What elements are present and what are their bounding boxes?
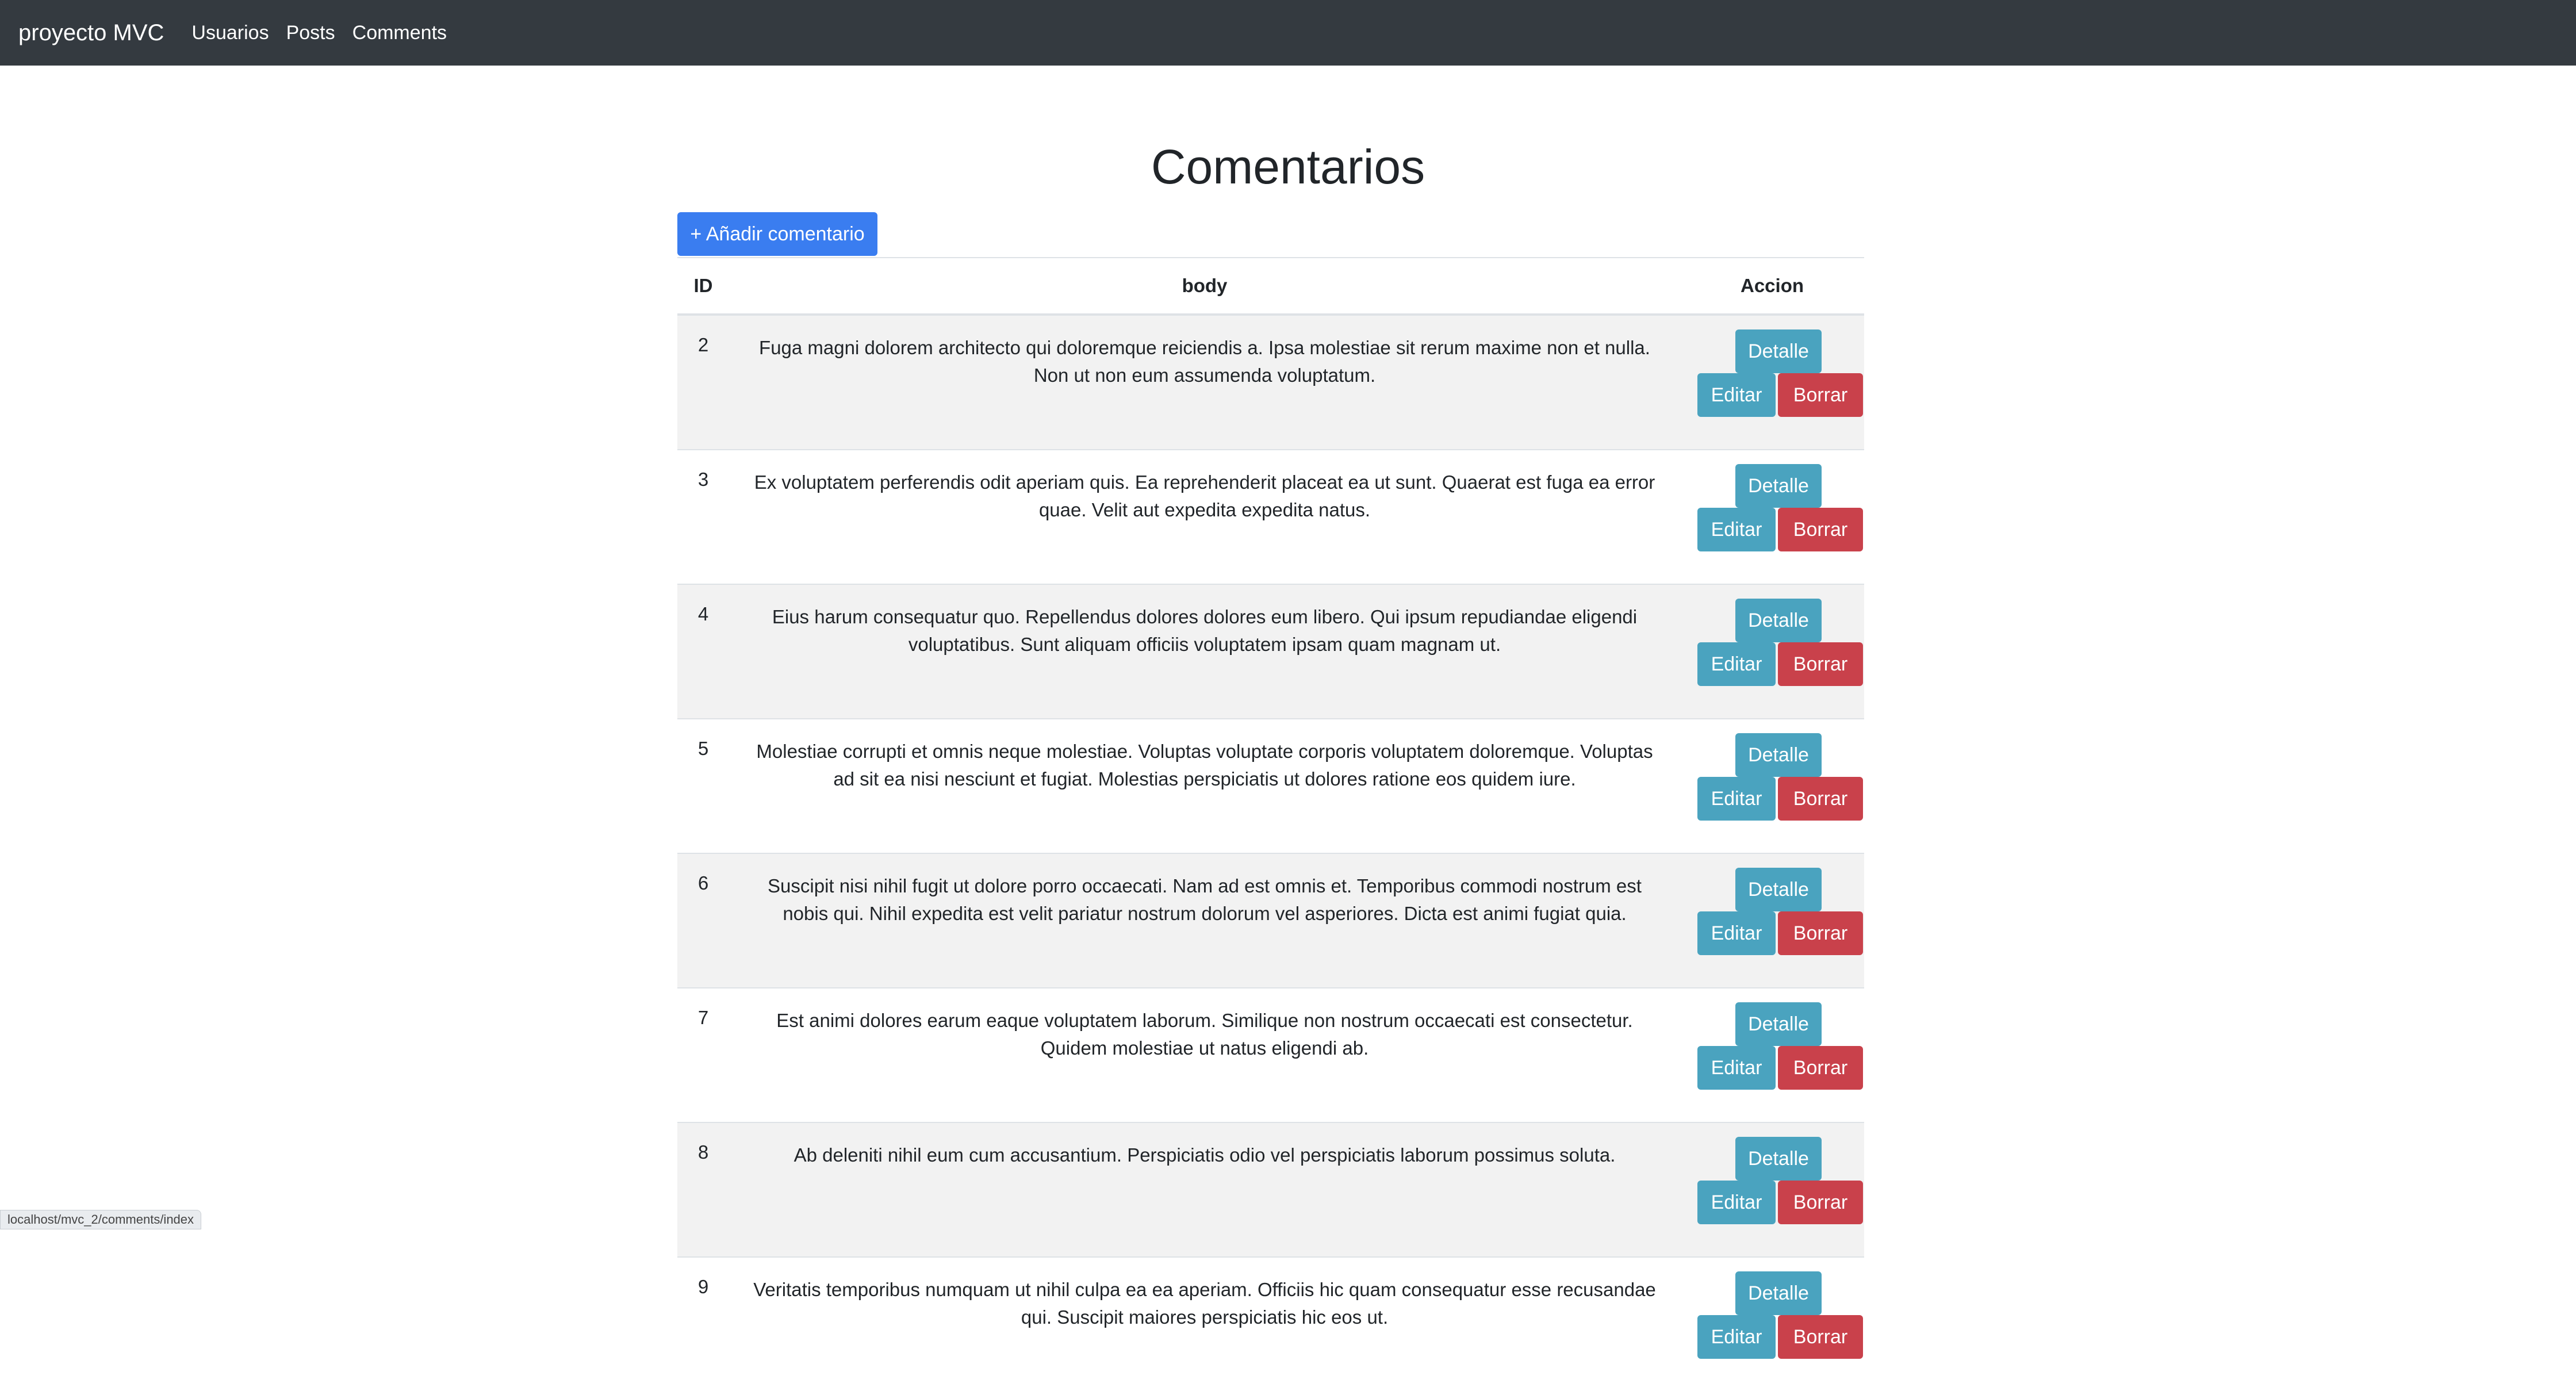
row-id: 3 [677, 449, 729, 584]
row-id: 9 [677, 1256, 729, 1391]
status-bar-url: localhost/mvc_2/comments/index [0, 1210, 202, 1229]
action-buttons: Detalle Editar Borrar [1680, 1123, 1864, 1236]
row-id: 2 [677, 314, 729, 450]
row-actions: Detalle Editar Borrar [1680, 584, 1864, 719]
delete-button[interactable]: Borrar [1778, 373, 1863, 417]
row-body: Est animi dolores earum eaque voluptatem… [729, 987, 1680, 1122]
action-buttons: Detalle Editar Borrar [1680, 988, 1864, 1101]
row-body: Fuga magni dolorem architecto qui dolore… [729, 314, 1680, 450]
action-buttons: Detalle Editar Borrar [1680, 1258, 1864, 1370]
edit-button[interactable]: Editar [1697, 642, 1776, 686]
delete-button[interactable]: Borrar [1778, 1181, 1863, 1224]
row-actions: Detalle Editar Borrar [1680, 449, 1864, 584]
detail-button[interactable]: Detalle [1735, 733, 1822, 777]
table-row: 8 Ab deleniti nihil eum cum accusantium. … [677, 1122, 1864, 1257]
navbar: proyecto MVC Usuarios Posts Comments [0, 0, 2576, 66]
row-actions: Detalle Editar Borrar [1680, 1256, 1864, 1391]
table-row: 2 Fuga magni dolorem architecto qui dolor… [677, 314, 1864, 450]
detail-button[interactable]: Detalle [1735, 1271, 1822, 1315]
delete-button[interactable]: Borrar [1778, 911, 1863, 955]
table-row: 6 Suscipit nisi nihil fugit ut dolore por… [677, 853, 1864, 988]
table-row: 7 Est animi dolores earum eaque voluptate… [677, 987, 1864, 1122]
table-row: 5 Molestiae corrupti et omnis neque moles… [677, 718, 1864, 853]
table-row: 9 Veritatis temporibus numquam ut nihil c… [677, 1256, 1864, 1391]
row-actions: Detalle Editar Borrar [1680, 718, 1864, 853]
navbar-brand[interactable]: proyecto MVC [18, 20, 164, 46]
row-actions: Detalle Editar Borrar [1680, 853, 1864, 988]
edit-button[interactable]: Editar [1697, 1181, 1776, 1224]
table-body: 2 Fuga magni dolorem architecto qui dolor… [677, 314, 1864, 1391]
detail-button[interactable]: Detalle [1735, 1137, 1822, 1181]
header-id: ID [677, 257, 729, 316]
row-id: 7 [677, 987, 729, 1122]
row-id: 8 [677, 1122, 729, 1257]
edit-button[interactable]: Editar [1697, 1046, 1776, 1090]
row-body: Ex voluptatem perferendis odit aperiam q… [729, 449, 1680, 584]
table-row: 4 Eius harum consequatur quo. Repellendus… [677, 584, 1864, 719]
header-action: Accion [1680, 257, 1864, 316]
row-body: Ab deleniti nihil eum cum accusantium. P… [729, 1122, 1680, 1257]
action-buttons: Detalle Editar Borrar [1680, 719, 1864, 832]
action-buttons: Detalle Editar Borrar [1680, 585, 1864, 698]
delete-button[interactable]: Borrar [1778, 1046, 1863, 1090]
page-title: Comentarios [1151, 140, 1425, 194]
row-body: Eius harum consequatur quo. Repellendus … [729, 584, 1680, 719]
nav-link-comments[interactable]: Comments [352, 22, 447, 44]
delete-button[interactable]: Borrar [1778, 508, 1863, 551]
header-body: body [729, 257, 1680, 316]
row-body: Veritatis temporibus numquam ut nihil cu… [729, 1256, 1680, 1391]
action-buttons: Detalle Editar Borrar [1680, 854, 1864, 967]
delete-button[interactable]: Borrar [1778, 1315, 1863, 1359]
action-buttons: Detalle Editar Borrar [1680, 450, 1864, 563]
nav-link-usuarios[interactable]: Usuarios [191, 22, 269, 44]
edit-button[interactable]: Editar [1697, 777, 1776, 821]
delete-button[interactable]: Borrar [1778, 642, 1863, 686]
detail-button[interactable]: Detalle [1735, 599, 1822, 642]
table-row: 3 Ex voluptatem perferendis odit aperiam … [677, 449, 1864, 584]
action-buttons: Detalle Editar Borrar [1680, 316, 1864, 428]
edit-button[interactable]: Editar [1697, 911, 1776, 955]
edit-button[interactable]: Editar [1697, 373, 1776, 417]
row-id: 5 [677, 718, 729, 853]
edit-button[interactable]: Editar [1697, 508, 1776, 551]
table-header-row: ID body Accion [677, 257, 1864, 316]
delete-button[interactable]: Borrar [1778, 777, 1863, 821]
row-id: 6 [677, 853, 729, 988]
row-body: Molestiae corrupti et omnis neque molest… [729, 718, 1680, 853]
row-body: Suscipit nisi nihil fugit ut dolore porr… [729, 853, 1680, 988]
detail-button[interactable]: Detalle [1735, 329, 1822, 373]
row-actions: Detalle Editar Borrar [1680, 1122, 1864, 1257]
add-comment-button[interactable]: + Añadir comentario [677, 212, 877, 256]
detail-button[interactable]: Detalle [1735, 464, 1822, 508]
nav-link-posts[interactable]: Posts [286, 22, 335, 44]
detail-button[interactable]: Detalle [1735, 868, 1822, 911]
row-actions: Detalle Editar Borrar [1680, 987, 1864, 1122]
row-actions: Detalle Editar Borrar [1680, 314, 1864, 450]
row-id: 4 [677, 584, 729, 719]
comments-table: ID body Accion 2 Fuga magni dolorem archi… [677, 257, 1864, 1391]
detail-button[interactable]: Detalle [1735, 1002, 1822, 1046]
edit-button[interactable]: Editar [1697, 1315, 1776, 1359]
